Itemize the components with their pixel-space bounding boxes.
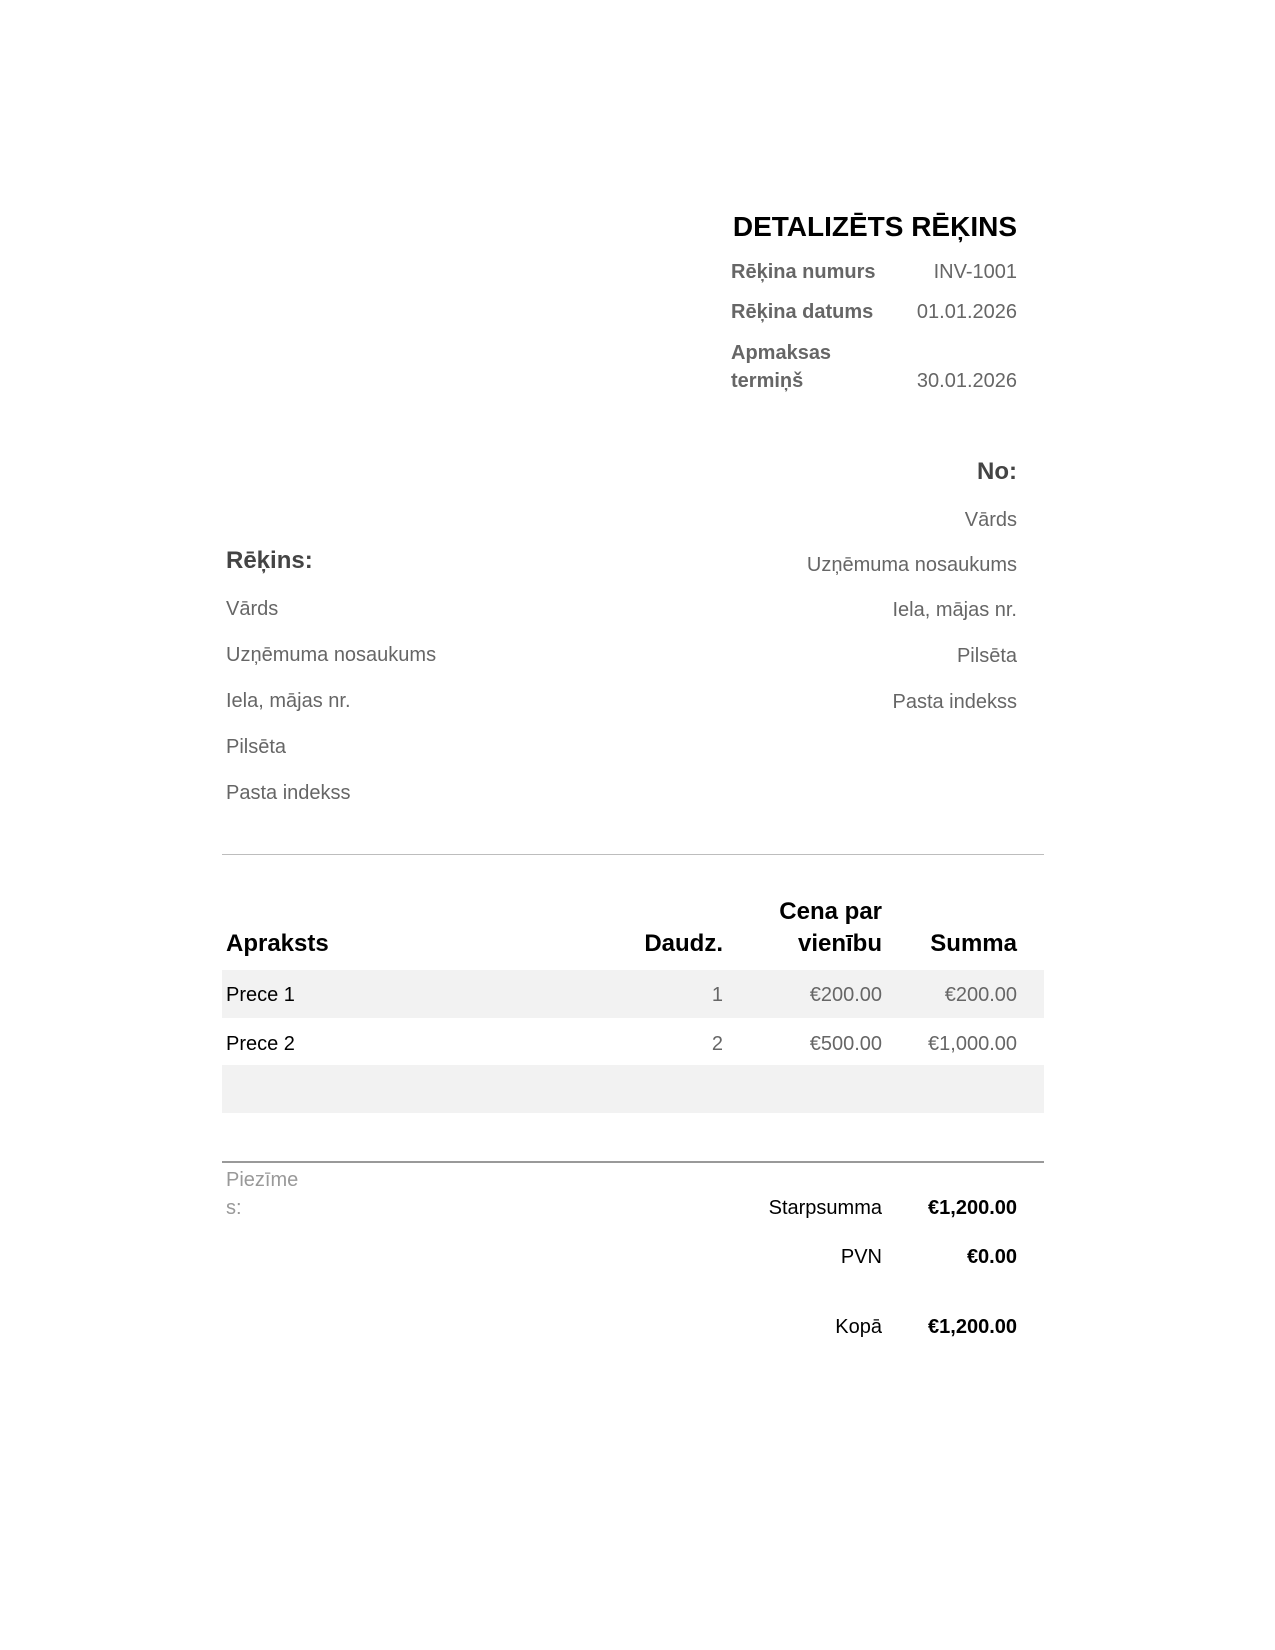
- table-row-empty: [222, 1065, 1044, 1113]
- invoice-date-value: 01.01.2026: [916, 301, 1017, 323]
- col-qty-header: Daudz.: [644, 930, 723, 957]
- row1-amount: €200.00: [944, 984, 1017, 1006]
- col-unit-price-header-line2: vienību: [797, 930, 882, 957]
- col-amount-header: Summa: [930, 930, 1017, 957]
- from-street: Iela, mājas nr.: [892, 599, 1017, 621]
- row2-amount: €1,000.00: [928, 1033, 1017, 1055]
- due-date-label-line1: Apmaksas: [731, 342, 832, 364]
- subtotal-label: Starpsumma: [768, 1197, 882, 1219]
- invoice-date-label: Rēķina datums: [731, 301, 874, 323]
- notes-label-line2: s:: [226, 1197, 242, 1219]
- row1-qty: 1: [711, 984, 723, 1006]
- notes-label-line1: Piezīme: [226, 1169, 299, 1191]
- from-name: Vārds: [964, 509, 1017, 531]
- row2-qty: 2: [711, 1033, 723, 1055]
- col-unit-price-header-line1: Cena par: [779, 898, 882, 925]
- row1-description: Prece 1: [226, 984, 295, 1006]
- total-value: €1,200.00: [928, 1316, 1017, 1338]
- vat-value: €0.00: [966, 1246, 1017, 1268]
- subtotal-value: €1,200.00: [928, 1197, 1017, 1219]
- section-divider: [222, 854, 1044, 855]
- invoice-number-value: INV-1001: [933, 261, 1017, 283]
- due-date-label-line2: termiņš: [731, 370, 804, 392]
- due-date-value: 30.01.2026: [916, 370, 1017, 392]
- from-postcode: Pasta indekss: [892, 691, 1017, 713]
- row2-unit-price: €500.00: [809, 1033, 882, 1055]
- from-company: Uzņēmuma nosaukums: [806, 554, 1017, 576]
- bill-to-city: Pilsēta: [226, 736, 287, 758]
- invoice-number-label: Rēķina numurs: [731, 261, 876, 283]
- bill-to-heading: Rēķins:: [226, 547, 313, 574]
- row2-description: Prece 2: [226, 1033, 295, 1055]
- row1-unit-price: €200.00: [809, 984, 882, 1006]
- bill-to-postcode: Pasta indekss: [226, 782, 351, 804]
- bill-to-name: Vārds: [226, 598, 279, 620]
- invoice-title: DETALIZĒTS RĒĶINS: [732, 211, 1017, 242]
- total-label: Kopā: [835, 1316, 882, 1338]
- notes-label: Piezīme s:: [226, 1166, 306, 1222]
- bill-to-street: Iela, mājas nr.: [226, 690, 351, 712]
- col-unit-price-header: Cena par vienību: [779, 896, 882, 960]
- from-heading: No:: [977, 458, 1017, 485]
- table-row-bg: [222, 970, 1044, 1018]
- vat-label: PVN: [840, 1246, 882, 1268]
- due-date-label: Apmaksas termiņš: [731, 339, 831, 395]
- totals-divider: [222, 1161, 1044, 1163]
- from-city: Pilsēta: [956, 645, 1017, 667]
- bill-to-company: Uzņēmuma nosaukums: [226, 644, 437, 666]
- col-description-header: Apraksts: [226, 930, 329, 957]
